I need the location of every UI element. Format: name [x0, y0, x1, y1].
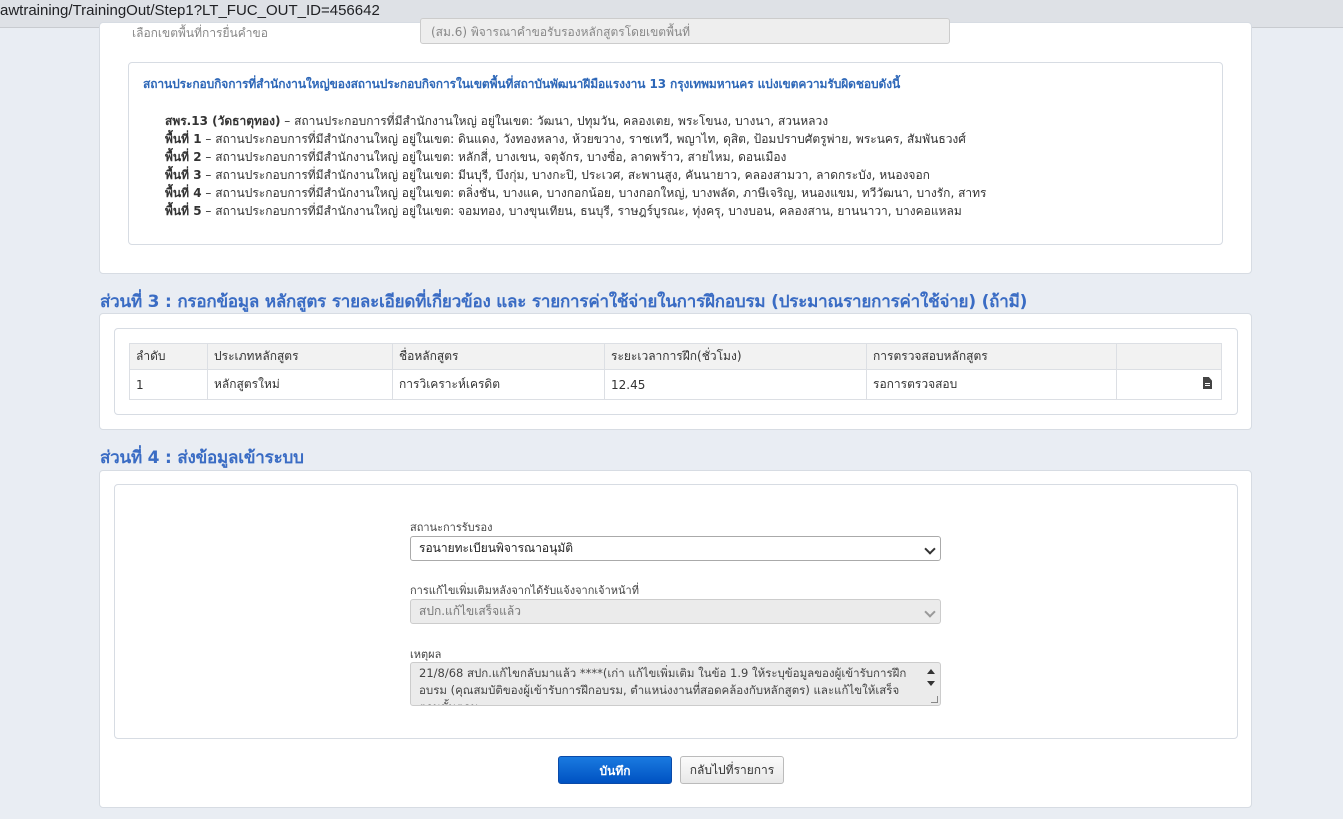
document-icon[interactable] — [1203, 377, 1212, 389]
page-content: เลือกเขตพื้นที่การยื่นคำขอ (สม.6) พิจารณ… — [0, 18, 1343, 819]
fix-select-value: สปก.แก้ไขเสร็จแล้ว — [419, 604, 521, 618]
chevron-down-icon — [924, 543, 936, 555]
save-button[interactable]: บันทึก — [558, 756, 672, 784]
reason-textarea[interactable]: 21/8/68 สปก.แก้ไขกลับมาแล้ว ****(เก่า แก… — [410, 662, 941, 706]
col-check: การตรวจสอบหลักสูตร — [866, 343, 1117, 370]
col-course-type: ประเภทหลักสูตร — [207, 343, 393, 370]
resize-handle-icon[interactable] — [931, 696, 938, 703]
zone-list: สพร.13 (วัดธาตุทอง) – สถานประกอบการที่มี… — [165, 112, 987, 220]
cell-duration: 12.45 — [604, 369, 867, 400]
reason-label: เหตุผล — [410, 648, 442, 661]
zone-item: พื้นที่ 3 – สถานประกอบการที่มีสำนักงานให… — [165, 168, 930, 182]
status-select-value: รอนายทะเบียนพิจารณาอนุมัติ — [419, 541, 574, 555]
zone-item: พื้นที่ 2 – สถานประกอบการที่มีสำนักงานให… — [165, 150, 787, 164]
back-to-list-button[interactable]: กลับไปที่รายการ — [680, 756, 784, 784]
area-select-label: เลือกเขตพื้นที่การยื่นคำขอ — [132, 26, 268, 38]
fix-select[interactable]: สปก.แก้ไขเสร็จแล้ว — [410, 599, 941, 624]
scroll-up-icon[interactable] — [927, 669, 935, 674]
zone-item: พื้นที่ 4 – สถานประกอบการที่มีสำนักงานให… — [165, 186, 987, 200]
cell-order: 1 — [129, 369, 208, 400]
scroll-down-icon[interactable] — [927, 681, 935, 686]
zone-item: พื้นที่ 1 – สถานประกอบการที่มีสำนักงานให… — [165, 132, 966, 146]
reason-text: 21/8/68 สปก.แก้ไขกลับมาแล้ว ****(เก่า แก… — [419, 666, 907, 705]
section3-heading: ส่วนที่ 3 : กรอกข้อมูล หลักสูตร รายละเอี… — [100, 292, 1028, 312]
status-label: สถานะการรับรอง — [410, 521, 493, 534]
course-table: ลำดับ ประเภทหลักสูตร ชื่อหลักสูตร ระยะเว… — [129, 343, 1222, 400]
section4-heading: ส่วนที่ 4 : ส่งข้อมูลเข้าระบบ — [100, 448, 304, 468]
col-action — [1116, 343, 1222, 370]
col-duration: ระยะเวลาการฝึก(ชั่วโมง) — [604, 343, 867, 370]
table-row: 1 หลักสูตรใหม่ การวิเคราะห์เครดิต 12.45 … — [129, 369, 1222, 400]
cell-check-status: รอการตรวจสอบ — [866, 369, 1117, 400]
zone-info-title: สถานประกอบกิจการที่สำนักงานใหญ่ของสถานปร… — [143, 77, 901, 91]
col-course-name: ชื่อหลักสูตร — [392, 343, 605, 370]
fix-label: การแก้ไขเพิ่มเติมหลังจากได้รับแจ้งจากเจ้… — [410, 584, 639, 597]
cell-course-type: หลักสูตรใหม่ — [207, 369, 393, 400]
zone-item: พื้นที่ 5 – สถานประกอบการที่มีสำนักงานให… — [165, 204, 962, 218]
cell-course-name: การวิเคราะห์เครดิต — [392, 369, 605, 400]
area-select[interactable]: (สม.6) พิจารณาคำขอรับรองหลักสูตรโดยเขตพื… — [420, 18, 950, 44]
chevron-down-icon — [924, 606, 936, 618]
col-order: ลำดับ — [129, 343, 208, 370]
table-header-row: ลำดับ ประเภทหลักสูตร ชื่อหลักสูตร ระยะเว… — [129, 343, 1222, 370]
status-select[interactable]: รอนายทะเบียนพิจารณาอนุมัติ — [410, 536, 941, 561]
zone-item: สพร.13 (วัดธาตุทอง) – สถานประกอบการที่มี… — [165, 114, 829, 128]
url-text: awtraining/TrainingOut/Step1?LT_FUC_OUT_… — [0, 2, 380, 19]
cell-action — [1116, 369, 1222, 400]
